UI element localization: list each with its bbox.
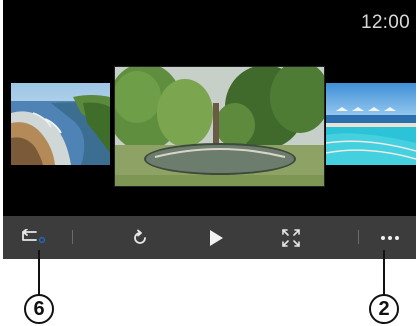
multimedia-screen: 12:00: [3, 0, 416, 259]
fullscreen-button[interactable]: [268, 216, 314, 259]
photo-main-park[interactable]: [115, 67, 324, 186]
rotate-icon: [134, 229, 146, 244]
callout-line-back: [38, 250, 40, 298]
fullscreen-icon: [282, 228, 300, 247]
callout-line-more: [383, 250, 385, 298]
rotate-button[interactable]: [117, 216, 163, 259]
clock: 12:00: [360, 12, 410, 33]
more-options-button[interactable]: [368, 216, 412, 259]
back-icon: [22, 228, 46, 243]
callout-back: 6: [24, 294, 54, 324]
coastline-image: [11, 83, 110, 165]
photo-thumbnail-coastline[interactable]: [11, 83, 110, 165]
more-icon: [381, 235, 399, 240]
callout-more: 2: [369, 294, 399, 324]
media-toolbar: [3, 216, 416, 259]
back-button[interactable]: [7, 216, 67, 259]
toolbar-divider: [358, 230, 359, 244]
play-icon: [210, 229, 223, 246]
toolbar-divider: [72, 230, 73, 244]
park-pond-image: [115, 67, 324, 186]
photo-thumbnail-pool[interactable]: [326, 83, 416, 165]
play-button[interactable]: [193, 216, 239, 259]
pool-resort-image: [326, 83, 416, 165]
